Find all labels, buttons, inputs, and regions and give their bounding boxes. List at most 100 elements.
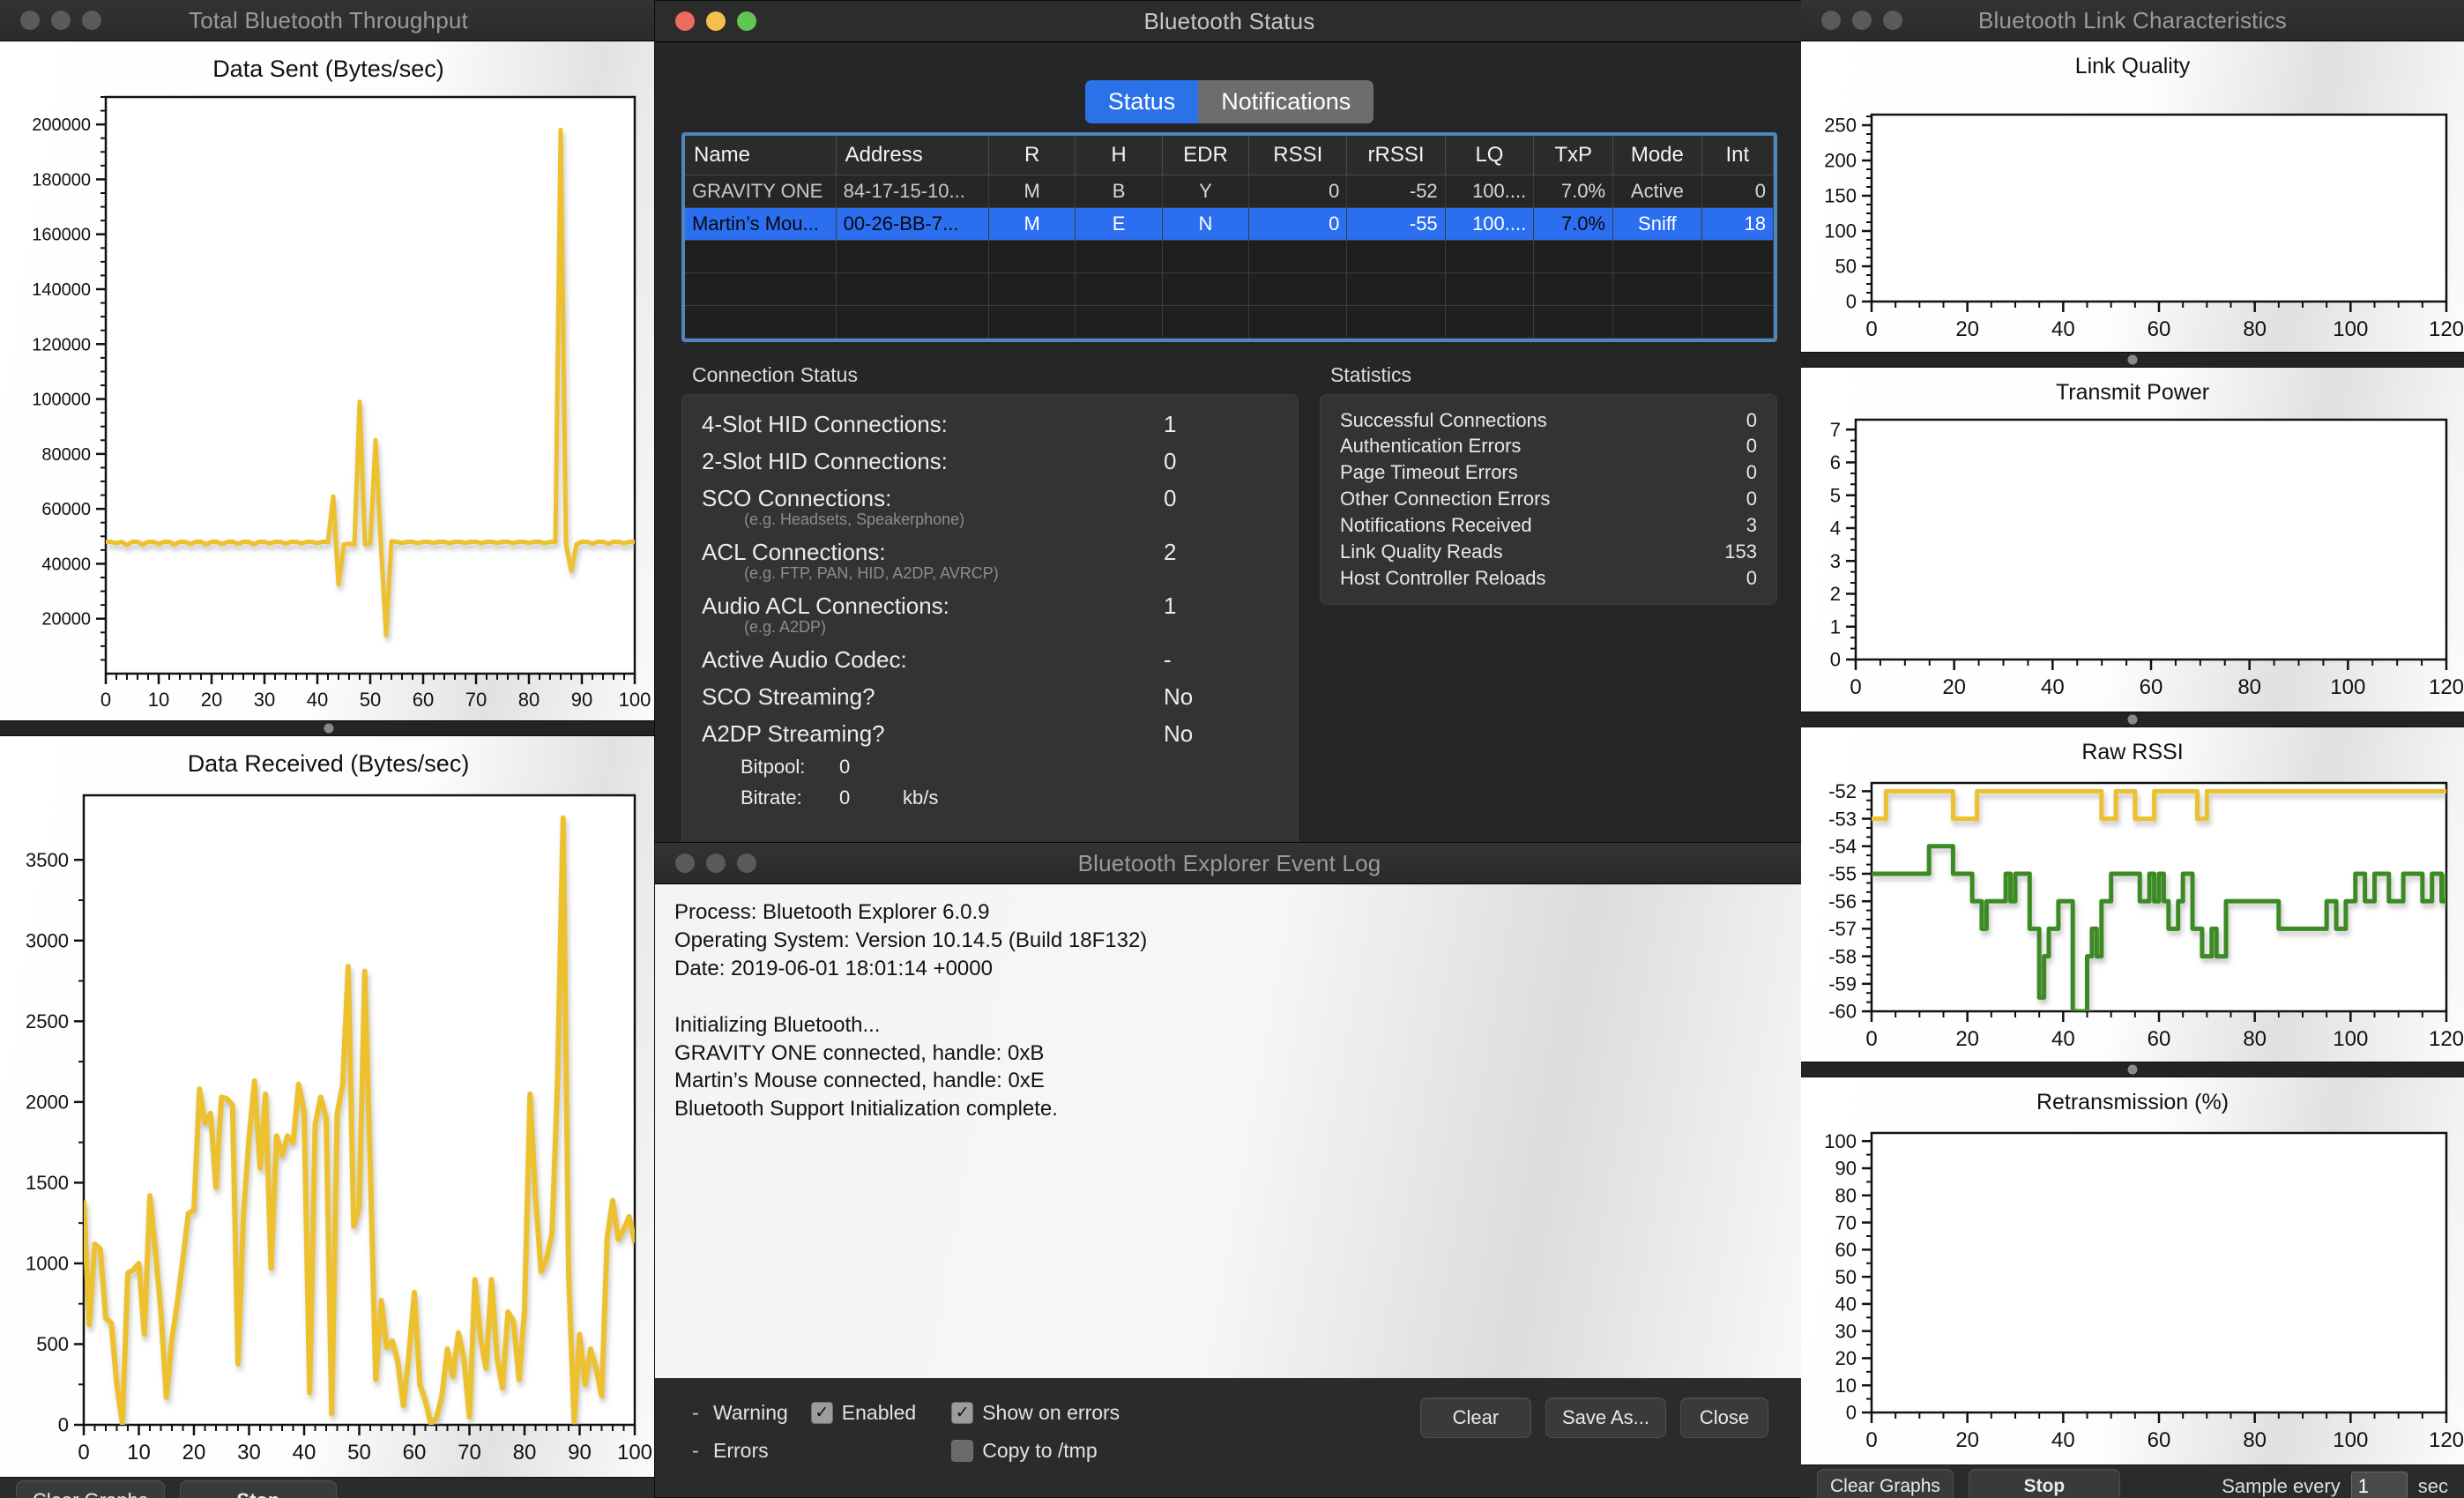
link-split-divider-1[interactable] (1801, 352, 2464, 368)
table-row-empty[interactable] (685, 240, 1775, 273)
tab-status[interactable]: Status (1084, 80, 1199, 123)
chart-data-received: 0 500 1000 1500 2000 2500 3000 3500 0 10 20 30 40 50 6… (0, 778, 657, 1474)
statistics-row: Link Quality Reads 153 (1340, 539, 1757, 565)
svg-text:60: 60 (413, 689, 434, 711)
column-header-rrssi[interactable]: rRSSI (1346, 136, 1446, 175)
clear-graphs-button[interactable]: Clear Graphs (16, 1480, 165, 1498)
checkbox-enabled-icon[interactable]: ✓ (810, 1402, 833, 1424)
svg-text:-54: -54 (1828, 835, 1857, 857)
statistics-label: Link Quality Reads (1340, 540, 1503, 563)
svg-text:30: 30 (254, 689, 275, 711)
chart-panel-link-quality: Link Quality 0 50 100 150 200 250 0 20 40 60 80 100… (1801, 41, 2464, 352)
titlebar-log[interactable]: Bluetooth Explorer Event Log (655, 843, 1804, 884)
sample-interval-input[interactable] (2350, 1471, 2408, 1498)
svg-text:60: 60 (403, 1441, 427, 1464)
log-levels-column: - Warning - Errors (692, 1401, 788, 1463)
column-header-address[interactable]: Address (836, 136, 989, 175)
table-cell-empty (685, 272, 837, 306)
titlebar-status[interactable]: Bluetooth Status (655, 1, 1804, 42)
svg-text:2500: 2500 (26, 1010, 69, 1032)
device-table[interactable]: Name Address R H EDR RSSI rRSSI LQ TxP Mode Int GR… (685, 136, 1775, 339)
svg-text:20: 20 (1955, 1428, 1979, 1452)
svg-text:0: 0 (1865, 1428, 1877, 1452)
connection-status-row: 2-Slot HID Connections: 0 (702, 448, 1278, 475)
enabled-checkbox-row[interactable]: ✓ Enabled (810, 1401, 916, 1425)
clear-graphs-button[interactable]: Clear Graphs (1817, 1468, 1954, 1498)
table-cell-empty (1248, 240, 1348, 273)
column-header-name[interactable]: Name (685, 136, 837, 175)
column-header-h[interactable]: H (1075, 136, 1163, 175)
svg-text:-55: -55 (1828, 863, 1857, 885)
log-level-errors: - Errors (692, 1439, 788, 1463)
connection-status-label: 4-Slot HID Connections: (702, 410, 948, 437)
clear-log-button[interactable]: Clear (1419, 1397, 1531, 1438)
table-row[interactable]: GRAVITY ONE 84-17-15-10... M B Y 0 -52 100.... 7… (685, 175, 1775, 208)
connection-status-label: ACL Connections: (702, 538, 886, 565)
table-cell-empty (1533, 240, 1614, 273)
connection-status-label: SCO Connections: (702, 484, 892, 511)
table-row-empty[interactable] (685, 305, 1775, 339)
svg-text:2000: 2000 (26, 1092, 69, 1114)
table-cell-rrssi: -52 (1346, 175, 1446, 208)
svg-text:40: 40 (2051, 1027, 2075, 1051)
chart-retransmission: 0 10 20 30 40 50 60 70 80 90 100 0 20 40 60 80 100 120 (1801, 1115, 2464, 1464)
svg-text:3500: 3500 (26, 849, 69, 871)
checkbox-show-on-errors-icon[interactable]: ✓ (951, 1402, 974, 1424)
svg-text:-57: -57 (1828, 918, 1857, 940)
log-text-area[interactable]: Process: Bluetooth Explorer 6.0.9 Operat… (655, 884, 1804, 1378)
table-row[interactable]: Martin’s Mou... 00-26-BB-7... M E N 0 -55 100..… (685, 207, 1775, 241)
column-header-int[interactable]: Int (1701, 136, 1775, 175)
svg-text:-52: -52 (1828, 780, 1857, 802)
tab-notifications[interactable]: Notifications (1198, 80, 1374, 123)
svg-text:40: 40 (2051, 1428, 2075, 1452)
link-split-divider-2[interactable] (1801, 712, 2464, 727)
column-header-mode[interactable]: Mode (1612, 136, 1702, 175)
stop-button[interactable]: Stop (1968, 1468, 2120, 1498)
table-cell-mode: Sniff (1612, 207, 1702, 241)
svg-text:10: 10 (127, 1441, 151, 1464)
table-cell-empty (1162, 272, 1250, 306)
link-split-divider-3[interactable] (1801, 1062, 2464, 1077)
bitpool-value: 0 (839, 755, 851, 778)
column-header-edr[interactable]: EDR (1162, 136, 1250, 175)
svg-text:80: 80 (513, 1441, 537, 1464)
svg-text:50: 50 (360, 689, 381, 711)
bitrate-label: Bitrate: (741, 786, 802, 809)
statistics-row: Notifications Received 3 (1340, 512, 1757, 539)
device-table-frame[interactable]: Name Address R H EDR RSSI rRSSI LQ TxP Mode Int GR… (681, 132, 1777, 342)
svg-text:20: 20 (201, 689, 222, 711)
statistics-value: 3 (1746, 514, 1757, 537)
titlebar-throughput[interactable]: Total Bluetooth Throughput (0, 0, 657, 41)
column-header-r[interactable]: R (988, 136, 1076, 175)
titlebar-link[interactable]: Bluetooth Link Characteristics (1801, 0, 2464, 41)
svg-text:100: 100 (2333, 1428, 2368, 1452)
errors-label: Errors (713, 1439, 769, 1462)
connection-status-value: 0 (1164, 484, 1177, 511)
connection-status-value: No (1164, 682, 1194, 710)
tab-bar: Status Notifications (681, 80, 1777, 123)
chart-title-link-quality: Link Quality (2074, 54, 2191, 78)
checkbox-copy-to-tmp-icon[interactable]: ✓ (951, 1440, 974, 1462)
column-header-txp[interactable]: TxP (1533, 136, 1614, 175)
svg-text:80: 80 (2243, 1027, 2267, 1051)
column-header-rssi[interactable]: RSSI (1248, 136, 1348, 175)
save-as-button[interactable]: Save As... (1545, 1397, 1666, 1438)
table-row-empty[interactable] (685, 272, 1775, 306)
copy-to-tmp-checkbox-row[interactable]: ✓ Copy to /tmp (951, 1439, 1120, 1463)
window-split-divider[interactable] (0, 720, 657, 736)
chart-panel-data-sent: Data Sent (Bytes/sec) 20000 40000 60000 800… (0, 41, 657, 720)
svg-text:0: 0 (100, 689, 111, 711)
statistics-column: Statistics Successful Connections 0 Authen… (1320, 363, 1777, 853)
close-log-button[interactable]: Close (1680, 1397, 1768, 1438)
stop-button[interactable]: Stop (179, 1480, 337, 1498)
svg-text:180000: 180000 (32, 170, 91, 190)
table-cell-address: 84-17-15-10... (836, 175, 989, 208)
svg-text:80000: 80000 (41, 445, 91, 465)
show-on-errors-checkbox-row[interactable]: ✓ Show on errors (951, 1401, 1120, 1425)
column-header-lq[interactable]: LQ (1445, 136, 1535, 175)
table-cell-lq: 100.... (1445, 207, 1535, 241)
table-cell-empty (1533, 305, 1614, 339)
device-table-body[interactable]: GRAVITY ONE 84-17-15-10... M B Y 0 -52 100.... 7… (685, 175, 1775, 339)
connection-status-value: 0 (1164, 447, 1177, 474)
connection-status-label: 2-Slot HID Connections: (702, 447, 948, 474)
